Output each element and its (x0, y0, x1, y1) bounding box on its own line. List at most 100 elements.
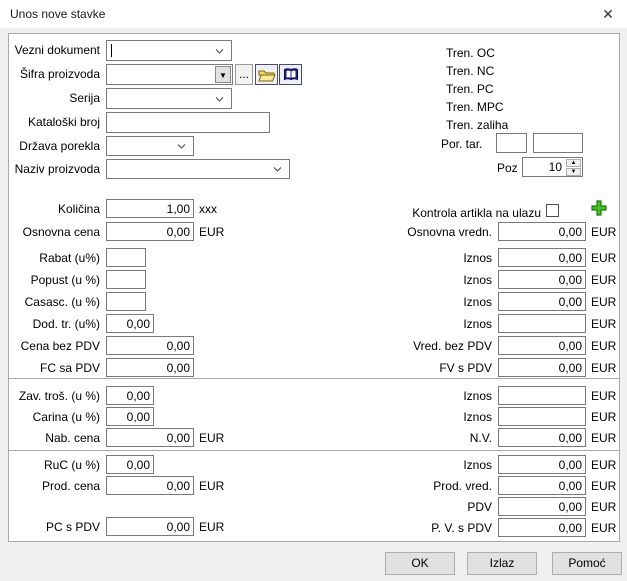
pdv-input[interactable] (498, 497, 586, 516)
iznos6-input[interactable] (498, 407, 586, 426)
iznos2-unit: EUR (591, 273, 616, 287)
casasc-label: Casasc. (u %) (5, 295, 100, 309)
iznos4-input[interactable] (498, 314, 586, 333)
iznos1-input[interactable] (498, 248, 586, 267)
osnovna-cena-input[interactable] (106, 222, 194, 241)
kataloski-broj-input[interactable] (106, 112, 270, 133)
browse-ellipsis-button[interactable]: ... (235, 64, 253, 85)
kontrola-artikla-label: Kontrola artikla na ulazu (286, 206, 541, 220)
fc-sa-pdv-input[interactable] (106, 358, 194, 377)
fv-s-pdv-unit: EUR (591, 361, 616, 375)
fc-sa-pdv-label: FC sa PDV (5, 361, 100, 375)
por-tar-label: Por. tar. (441, 137, 482, 151)
iznos4-label: Iznos (342, 317, 492, 331)
folder-open-icon (258, 68, 276, 82)
nab-cena-unit: EUR (199, 431, 224, 445)
tren-pc-label: Tren. PC (446, 82, 494, 96)
iznos3-unit: EUR (591, 295, 616, 309)
iznos3-label: Iznos (342, 295, 492, 309)
naziv-proizvoda-combobox[interactable] (106, 159, 290, 179)
kolicina-label: Količina (5, 202, 100, 216)
dod-tr-label: Dod. tr. (u%) (5, 317, 100, 331)
cena-bez-pdv-input[interactable] (106, 336, 194, 355)
pomoc-button[interactable]: Pomoć (552, 552, 622, 575)
pv-s-pdv-unit: EUR (591, 521, 616, 535)
por-tar-input-1[interactable] (496, 133, 527, 153)
dropdown-button-icon[interactable]: ▼ (215, 66, 231, 83)
chevron-down-icon (177, 144, 186, 149)
iznos3-input[interactable] (498, 292, 586, 311)
iznos2-input[interactable] (498, 270, 586, 289)
naziv-proizvoda-label: Naziv proizvoda (5, 162, 100, 176)
book-icon (283, 67, 298, 82)
vred-bez-pdv-input[interactable] (498, 336, 586, 355)
add-plus-icon[interactable] (591, 200, 607, 216)
pdv-label: PDV (342, 500, 492, 514)
cena-bez-pdv-label: Cena bez PDV (5, 339, 100, 353)
tren-nc-label: Tren. NC (446, 64, 494, 78)
pv-s-pdv-label: P. V. s PDV (342, 521, 492, 535)
prod-cena-label: Prod. cena (5, 479, 100, 493)
chevron-down-icon (273, 167, 282, 172)
iznos6-label: Iznos (342, 410, 492, 424)
osnovna-vredn-label: Osnovna vredn. (342, 225, 492, 239)
pv-s-pdv-input[interactable] (498, 518, 586, 537)
vezni-dokument-combobox[interactable] (106, 40, 232, 61)
kolicina-unit: xxx (199, 202, 217, 216)
pdv-unit: EUR (591, 500, 616, 514)
pc-s-pdv-input[interactable] (106, 517, 194, 536)
osnovna-vredn-input[interactable] (498, 222, 586, 241)
serija-label: Serija (5, 91, 100, 105)
iznos7-input[interactable] (498, 455, 586, 474)
carina-label: Carina (u %) (5, 410, 100, 424)
drzava-porekla-label: Država porekla (5, 139, 100, 153)
section-divider-2 (9, 450, 619, 451)
popust-label: Popust (u %) (5, 273, 100, 287)
iznos7-label: Iznos (342, 458, 492, 472)
pc-s-pdv-label: PC s PDV (5, 520, 100, 534)
vred-bez-pdv-label: Vred. bez PDV (342, 339, 492, 353)
fv-s-pdv-input[interactable] (498, 358, 586, 377)
text-cursor (111, 44, 112, 57)
sifra-proizvoda-combobox[interactable]: ▼ (106, 64, 233, 85)
iznos1-label: Iznos (342, 251, 492, 265)
por-tar-input-2[interactable] (533, 133, 583, 153)
popust-input[interactable] (106, 270, 146, 289)
drzava-porekla-combobox[interactable] (106, 136, 194, 156)
dod-tr-input[interactable] (106, 314, 154, 333)
kolicina-input[interactable] (106, 199, 194, 218)
zav-tros-input[interactable] (106, 386, 154, 405)
vred-bez-pdv-unit: EUR (591, 339, 616, 353)
nv-input[interactable] (498, 428, 586, 447)
spin-down-icon[interactable]: ▼ (566, 168, 581, 176)
nab-cena-label: Nab. cena (5, 431, 100, 445)
poz-spinner[interactable]: 10 ▲ ▼ (522, 157, 583, 177)
casasc-input[interactable] (106, 292, 146, 311)
iznos4-unit: EUR (591, 317, 616, 331)
izlaz-button[interactable]: Izlaz (467, 552, 537, 575)
iznos5-input[interactable] (498, 386, 586, 405)
iznos6-unit: EUR (591, 410, 616, 424)
kataloski-broj-label: Kataloški broj (5, 115, 100, 129)
iznos1-unit: EUR (591, 251, 616, 265)
iznos7-unit: EUR (591, 458, 616, 472)
ok-button[interactable]: OK (385, 552, 455, 575)
spin-up-icon[interactable]: ▲ (566, 159, 581, 167)
close-icon[interactable]: ✕ (594, 3, 622, 25)
prod-vred-input[interactable] (498, 476, 586, 495)
nab-cena-input[interactable] (106, 428, 194, 447)
catalog-book-button[interactable] (279, 64, 302, 85)
open-folder-button[interactable] (255, 64, 278, 85)
prod-cena-unit: EUR (199, 479, 224, 493)
carina-input[interactable] (106, 407, 154, 426)
ruc-input[interactable] (106, 455, 154, 474)
section-divider-1 (9, 378, 619, 379)
iznos5-unit: EUR (591, 389, 616, 403)
rabat-input[interactable] (106, 248, 146, 267)
serija-combobox[interactable] (106, 88, 232, 109)
rabat-label: Rabat (u%) (5, 251, 100, 265)
prod-cena-input[interactable] (106, 476, 194, 495)
kontrola-artikla-checkbox[interactable] (546, 204, 559, 217)
nv-label: N.V. (342, 431, 492, 445)
tren-zaliha-label: Tren. zaliha (446, 118, 508, 132)
